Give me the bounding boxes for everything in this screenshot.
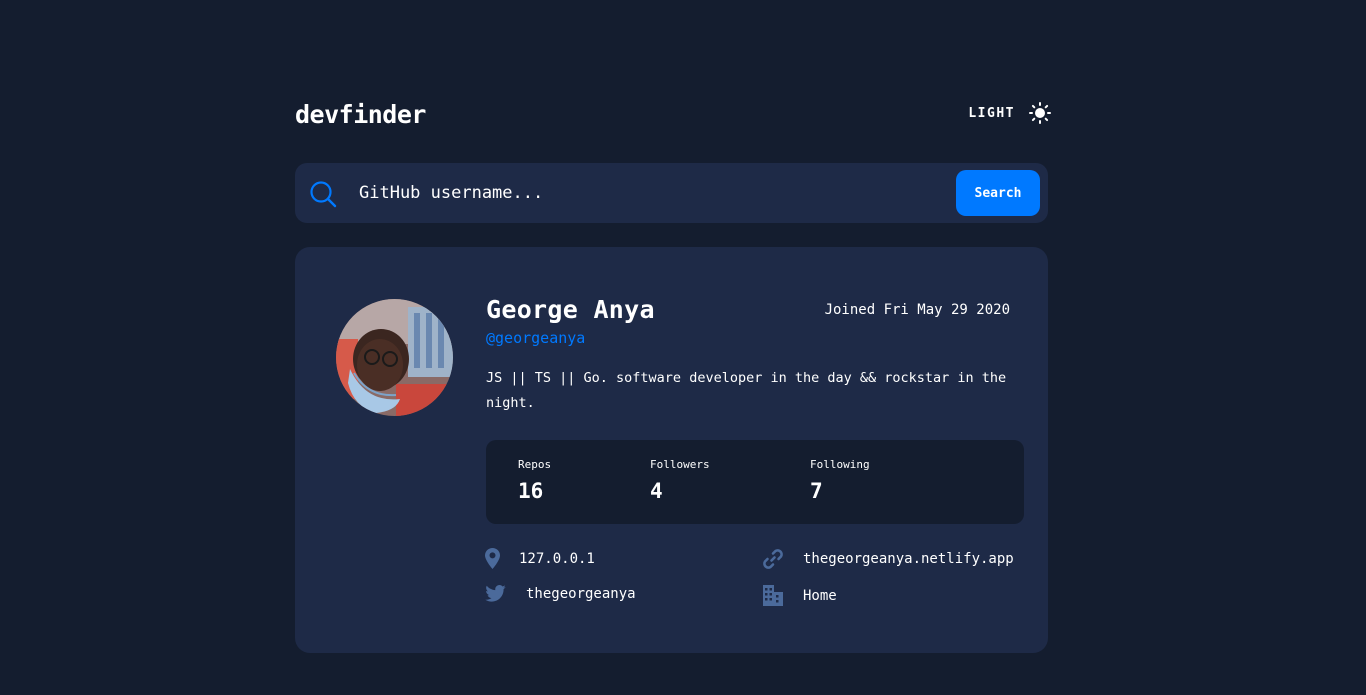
website-row: thegeorgeanya.netlify.app bbox=[762, 548, 1014, 570]
theme-toggle-label[interactable]: LIGHT bbox=[968, 106, 1015, 121]
profile-bio: JS || TS || Go. software developer in th… bbox=[486, 370, 1007, 411]
search-bar: Search bbox=[295, 163, 1048, 223]
search-icon bbox=[310, 181, 337, 208]
stat-repos-label: Repos bbox=[518, 458, 552, 471]
twitter-handle[interactable]: thegeorgeanya bbox=[526, 586, 636, 602]
twitter-icon bbox=[485, 585, 506, 602]
app-logo: devfinder bbox=[295, 100, 426, 129]
company-text: Home bbox=[803, 587, 837, 604]
stat-followers-label: Followers bbox=[650, 458, 710, 471]
location-row: 127.0.0.1 bbox=[485, 548, 595, 569]
link-icon bbox=[763, 549, 783, 569]
company-row: Home bbox=[763, 585, 837, 606]
search-button[interactable]: Search bbox=[956, 170, 1040, 216]
avatar-image bbox=[336, 299, 453, 416]
search-input[interactable] bbox=[359, 175, 919, 211]
stats-panel: Repos 16 Followers 4 Following 7 bbox=[486, 440, 1024, 524]
stat-followers: Followers 4 bbox=[650, 458, 710, 503]
profile-name: George Anya bbox=[486, 295, 655, 324]
twitter-row: thegeorgeanya bbox=[485, 585, 636, 602]
location-text: 127.0.0.1 bbox=[519, 550, 595, 567]
stat-following-label: Following bbox=[810, 458, 870, 471]
stat-followers-value: 4 bbox=[650, 479, 663, 503]
profile-card: George Anya @georgeanya Joined Fri May 2… bbox=[295, 247, 1048, 653]
stat-following: Following 7 bbox=[810, 458, 870, 503]
building-icon bbox=[763, 585, 783, 606]
joined-date: Joined Fri May 29 2020 bbox=[824, 302, 1010, 318]
website-link[interactable]: thegeorgeanya.netlify.app bbox=[803, 551, 1014, 567]
avatar bbox=[336, 299, 453, 416]
stat-repos: Repos 16 bbox=[518, 458, 551, 503]
stat-repos-value: 16 bbox=[518, 479, 544, 503]
profile-login-link[interactable]: @georgeanya bbox=[486, 329, 585, 347]
header: devfinder LIGHT bbox=[295, 100, 1051, 130]
theme-toggle[interactable]: LIGHT bbox=[968, 102, 1051, 124]
location-pin-icon bbox=[485, 548, 500, 569]
sun-icon[interactable] bbox=[1029, 102, 1051, 124]
stat-following-value: 7 bbox=[810, 479, 823, 503]
